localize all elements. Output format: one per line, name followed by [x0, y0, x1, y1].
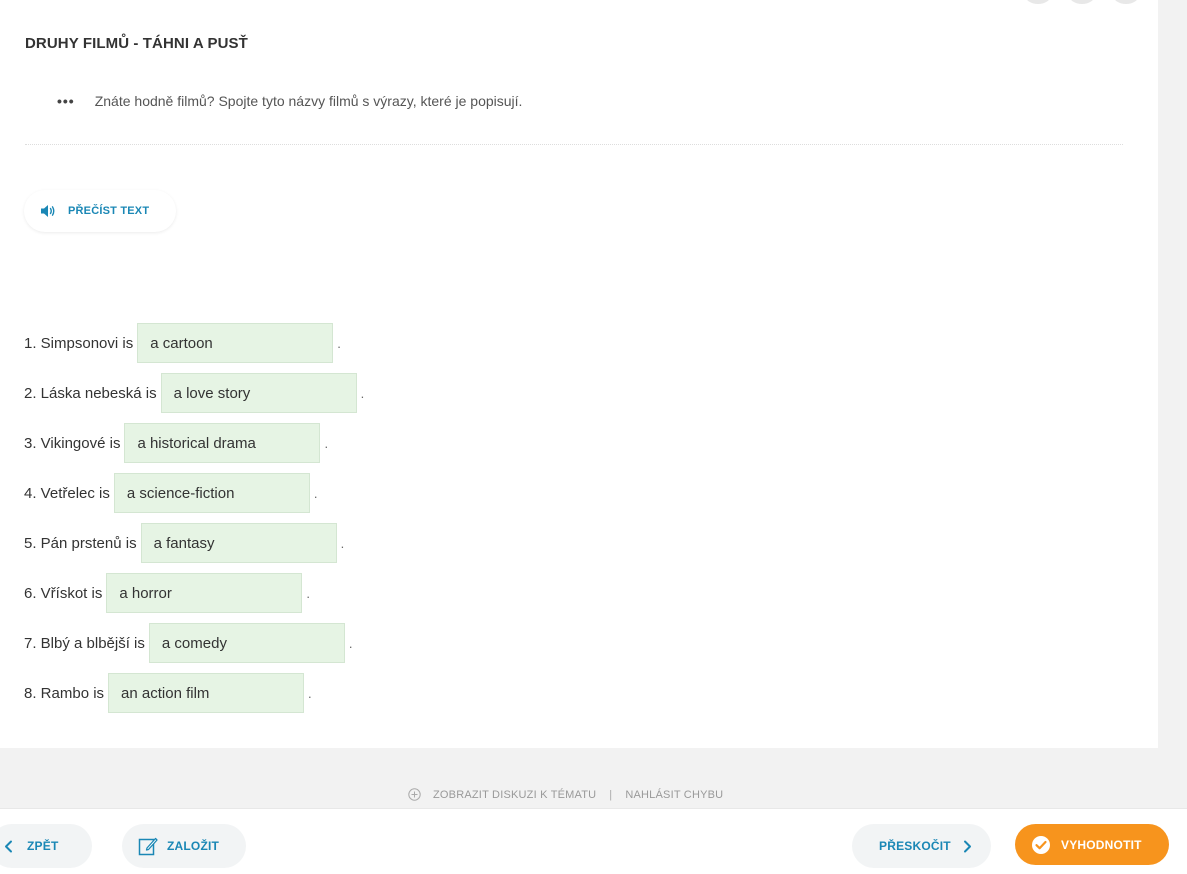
sentence-prefix: 2. Láska nebeská is — [24, 384, 157, 402]
sentence-row: 1. Simpsonovi is a cartoon . — [24, 318, 364, 368]
bottom-navigation: ZPĚT ZALOŽIT PŘESKOČIT VYHODNOTIT — [0, 808, 1187, 874]
sentence-prefix: 1. Simpsonovi is — [24, 334, 134, 352]
show-discussion-link[interactable]: ZOBRAZIT DISKUZI K TÉMATU — [433, 789, 596, 801]
sentence-suffix: . — [324, 435, 329, 451]
sentence-row: 5. Pán prstenů is a fantasy . — [24, 518, 364, 568]
answer-drop-zone[interactable]: a cartoon — [137, 323, 334, 363]
right-margin — [1158, 0, 1187, 808]
evaluate-button[interactable]: VYHODNOTIT — [1015, 824, 1169, 865]
sentence-suffix: . — [313, 485, 318, 501]
sentence-prefix: 4. Vetřelec is — [24, 484, 110, 502]
answer-drop-zone[interactable]: a comedy — [148, 623, 345, 663]
top-control-3[interactable] — [1113, 0, 1139, 4]
read-text-button[interactable]: PŘEČÍST TEXT — [24, 190, 176, 232]
answer-drop-zone[interactable]: an action film — [108, 673, 305, 713]
sentence-suffix: . — [340, 535, 345, 551]
sentence-row: 3. Vikingové is a historical drama . — [24, 418, 364, 468]
read-text-label: PŘEČÍST TEXT — [68, 205, 150, 217]
sentence-row: 7. Blbý a blbější is a comedy . — [24, 618, 364, 668]
answer-drop-zone[interactable]: a fantasy — [140, 523, 337, 563]
plus-circle-icon — [408, 788, 421, 801]
sentence-row: 6. Vřískot is a horror . — [24, 568, 364, 618]
exercise-card: DRUHY FILMŮ - TÁHNI A PUSŤ ••• Znáte hod… — [0, 0, 1158, 748]
sentence-row: 4. Vetřelec is a science-fiction . — [24, 468, 364, 518]
sentence-prefix: 3. Vikingové is — [24, 434, 121, 452]
sentence-suffix: . — [337, 335, 341, 351]
save-label: ZALOŽIT — [167, 839, 220, 853]
sentence-row: 2. Láska nebeská is a love story . — [24, 368, 364, 418]
speaker-icon — [41, 205, 55, 217]
sentence-suffix: . — [348, 635, 353, 651]
skip-button[interactable]: PŘESKOČIT — [852, 824, 991, 868]
back-button[interactable]: ZPĚT — [0, 824, 92, 868]
divider — [25, 144, 1123, 145]
sentence-prefix: 7. Blbý a blbější is — [24, 634, 145, 652]
answer-drop-zone[interactable]: a horror — [106, 573, 303, 613]
top-control-2[interactable] — [1069, 0, 1095, 4]
instruction: ••• Znáte hodně filmů? Spojte tyto názvy… — [57, 93, 522, 109]
check-circle-icon — [1032, 835, 1050, 854]
sentence-suffix: . — [308, 685, 312, 701]
instruction-text: Znáte hodně filmů? Spojte tyto názvy fil… — [94, 93, 523, 109]
footer-links: ZOBRAZIT DISKUZI K TÉMATU | NAHLÁSIT CHY… — [408, 788, 723, 801]
more-dots-icon[interactable]: ••• — [57, 93, 75, 109]
answer-drop-zone[interactable]: a love story — [160, 373, 357, 413]
top-control-1[interactable] — [1025, 0, 1051, 4]
sentence-row: 8. Rambo is an action film . — [24, 668, 364, 718]
sentence-prefix: 5. Pán prstenů is — [24, 534, 137, 552]
edit-note-icon — [138, 837, 158, 856]
skip-label: PŘESKOČIT — [879, 839, 951, 853]
page-title: DRUHY FILMŮ - TÁHNI A PUSŤ — [25, 35, 248, 52]
sentence-prefix: 8. Rambo is — [24, 684, 105, 702]
answer-drop-zone[interactable]: a historical drama — [124, 423, 321, 463]
sentence-suffix: . — [306, 585, 310, 601]
save-button[interactable]: ZALOŽIT — [122, 824, 246, 868]
back-label: ZPĚT — [27, 839, 59, 853]
footer-separator: | — [609, 788, 613, 801]
chevron-right-icon — [963, 840, 971, 852]
top-controls — [1025, 0, 1139, 4]
sentence-prefix: 6. Vřískot is — [24, 584, 103, 602]
report-error-link[interactable]: NAHLÁSIT CHYBU — [625, 789, 723, 801]
answer-drop-zone[interactable]: a science-fiction — [113, 473, 310, 513]
evaluate-label: VYHODNOTIT — [1061, 837, 1142, 852]
chevron-left-icon — [5, 840, 12, 852]
sentence-list: 1. Simpsonovi is a cartoon . 2. Láska ne… — [24, 318, 364, 718]
sentence-suffix: . — [360, 385, 365, 401]
